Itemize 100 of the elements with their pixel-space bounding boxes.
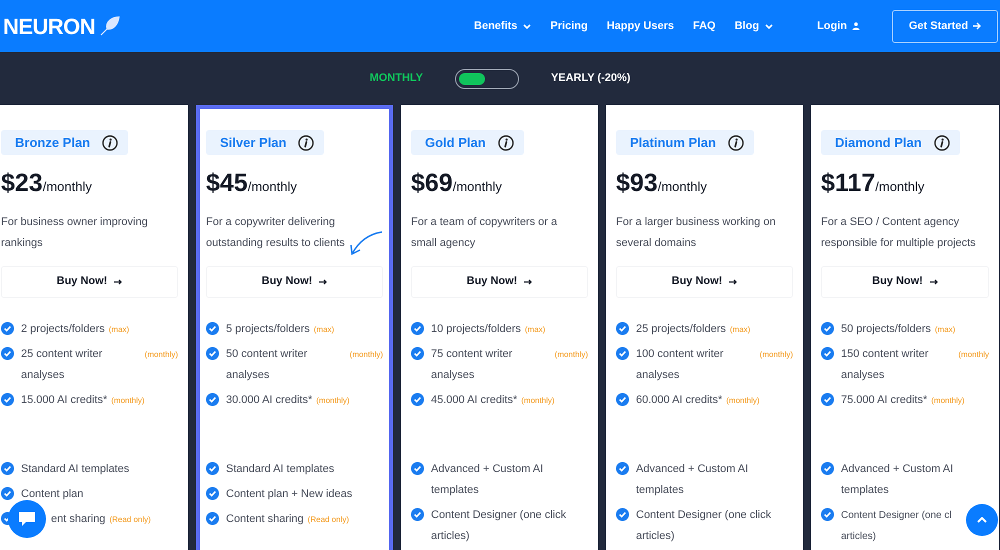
feature-text: 75.000 AI credits* xyxy=(841,392,928,408)
feature-text: 75 content writer analyses xyxy=(431,346,514,382)
nav-link[interactable]: FAQ xyxy=(692,18,716,34)
check-circle-icon xyxy=(411,346,424,360)
check-circle-icon xyxy=(821,322,834,334)
feature-note: (max) xyxy=(730,324,750,336)
nav-link[interactable]: Pricing xyxy=(550,18,588,34)
plan-description: For a larger business working on several domains xyxy=(616,214,777,250)
feature-note: (Read only) xyxy=(308,514,350,526)
feature-text: Advanced + Custom AI templates xyxy=(636,462,750,498)
check-circle-icon xyxy=(206,462,219,474)
plan-description: For a SEO / Content agency responsible for multiple projects xyxy=(821,214,977,250)
check-circle-icon xyxy=(616,346,629,360)
plan-name: Platinum Plan xyxy=(630,134,716,152)
user-icon xyxy=(852,22,860,30)
price-period: /monthly xyxy=(452,178,502,196)
buy-now-button[interactable]: Buy Now! xyxy=(411,266,588,298)
get-started-button[interactable]: Get Started xyxy=(892,10,998,42)
logo-text[interactable]: NEURON xyxy=(3,10,96,42)
check-circle-icon xyxy=(616,392,629,406)
feature-note: (monthly) xyxy=(521,394,555,407)
feature-note: (max) xyxy=(314,324,334,336)
billing-toggle[interactable] xyxy=(454,68,519,88)
nav-link[interactable]: Benefits xyxy=(474,18,532,34)
feature-text: Content sharing xyxy=(226,512,304,526)
arrow-right-icon xyxy=(114,278,122,284)
check-circle-icon xyxy=(206,322,219,334)
check-circle-icon xyxy=(821,462,834,474)
check-circle-icon xyxy=(206,486,219,500)
feature-note: (monthly) xyxy=(144,348,178,361)
info-icon[interactable] xyxy=(298,134,314,150)
nav-link[interactable]: Blog xyxy=(734,18,774,34)
login-link[interactable]: Login xyxy=(817,18,860,34)
feature-text: Advanced + Custom AI templates xyxy=(431,462,544,498)
feature-text: 150 content writer analyses xyxy=(841,346,930,382)
feature-text: 45.000 AI credits* xyxy=(431,392,518,408)
feature-text: 25 projects/folders xyxy=(636,322,726,336)
arrow-right-icon xyxy=(973,22,982,30)
arrow-right-icon xyxy=(930,278,938,284)
chat-bubble-icon xyxy=(18,511,36,527)
feature-text: Content Designer (one click articles) xyxy=(636,508,772,544)
check-circle-icon xyxy=(411,462,424,474)
monthly-label[interactable]: MONTHLY xyxy=(370,70,423,87)
info-icon[interactable] xyxy=(934,134,950,150)
arrow-right-icon xyxy=(524,278,532,284)
feature-text: 60.000 AI credits* xyxy=(636,392,722,408)
feature-text: 15.000 AI credits* xyxy=(21,392,108,408)
plan-name: Silver Plan xyxy=(220,134,286,152)
feature-text: Content Designer (one click articles) xyxy=(431,508,568,544)
check-circle-icon xyxy=(411,322,424,334)
feature-text: 50 content writer analyses xyxy=(226,346,308,382)
feature-note: (max) xyxy=(108,324,130,336)
info-icon[interactable] xyxy=(498,134,514,150)
feature-note: (monthly) xyxy=(931,394,965,407)
info-icon[interactable] xyxy=(102,134,118,150)
buy-now-button[interactable]: Buy Now! xyxy=(1,266,178,298)
check-circle-icon xyxy=(821,508,834,520)
check-circle-icon xyxy=(616,322,629,334)
price-period: /monthly xyxy=(248,178,297,196)
feature-text: Content Designer (one cl articles) xyxy=(841,508,953,544)
buy-now-button[interactable]: Buy Now! xyxy=(616,266,793,298)
feature-note: (monthly) xyxy=(554,348,588,361)
feature-text: 100 content writer analyses xyxy=(636,346,724,382)
feature-text: Content plan + New ideas xyxy=(226,486,352,502)
buy-now-button[interactable]: Buy Now! xyxy=(206,266,383,298)
plan-price: $93 xyxy=(616,168,658,199)
plan-price: $69 xyxy=(411,168,453,199)
feature-text: 50 projects/folders xyxy=(841,322,931,336)
feature-text: 5 projects/folders xyxy=(226,322,310,336)
price-period: /monthly xyxy=(658,178,707,196)
arrow-right-icon xyxy=(319,278,328,284)
info-icon[interactable] xyxy=(728,134,744,150)
check-circle-icon xyxy=(411,508,424,520)
arrow-right-icon xyxy=(729,278,738,284)
check-circle-icon xyxy=(206,392,219,406)
plan-price: $45 xyxy=(206,168,248,199)
feature-text: Standard AI templates xyxy=(21,462,130,476)
feature-text: 2 projects/folders xyxy=(21,322,105,336)
check-circle-icon xyxy=(616,508,629,520)
nav-link[interactable]: Happy Users xyxy=(606,18,674,34)
check-circle-icon xyxy=(821,346,834,360)
feature-text: ent sharing xyxy=(51,512,106,526)
plan-name: Bronze Plan xyxy=(15,134,90,152)
check-circle-icon xyxy=(411,392,424,406)
check-circle-icon xyxy=(821,392,834,406)
feature-text: 30.000 AI credits* xyxy=(226,392,312,408)
feature-note: (max) xyxy=(524,324,546,336)
plan-description: For business owner improving rankings xyxy=(1,214,149,250)
plan-name: Gold Plan xyxy=(425,134,486,152)
check-circle-icon xyxy=(206,346,219,360)
feather-icon xyxy=(99,15,122,37)
feature-text: Advanced + Custom AI templates xyxy=(841,462,954,498)
check-circle-icon xyxy=(206,512,219,524)
feature-note: (monthly) xyxy=(111,394,145,407)
buy-now-button[interactable]: Buy Now! xyxy=(821,266,989,298)
check-circle-icon xyxy=(616,462,629,474)
price-period: /monthly xyxy=(42,178,92,196)
plan-price: $117 xyxy=(821,168,876,199)
feature-note: (Read only) xyxy=(109,514,151,526)
yearly-label[interactable]: YEARLY (-20%) xyxy=(550,70,630,87)
